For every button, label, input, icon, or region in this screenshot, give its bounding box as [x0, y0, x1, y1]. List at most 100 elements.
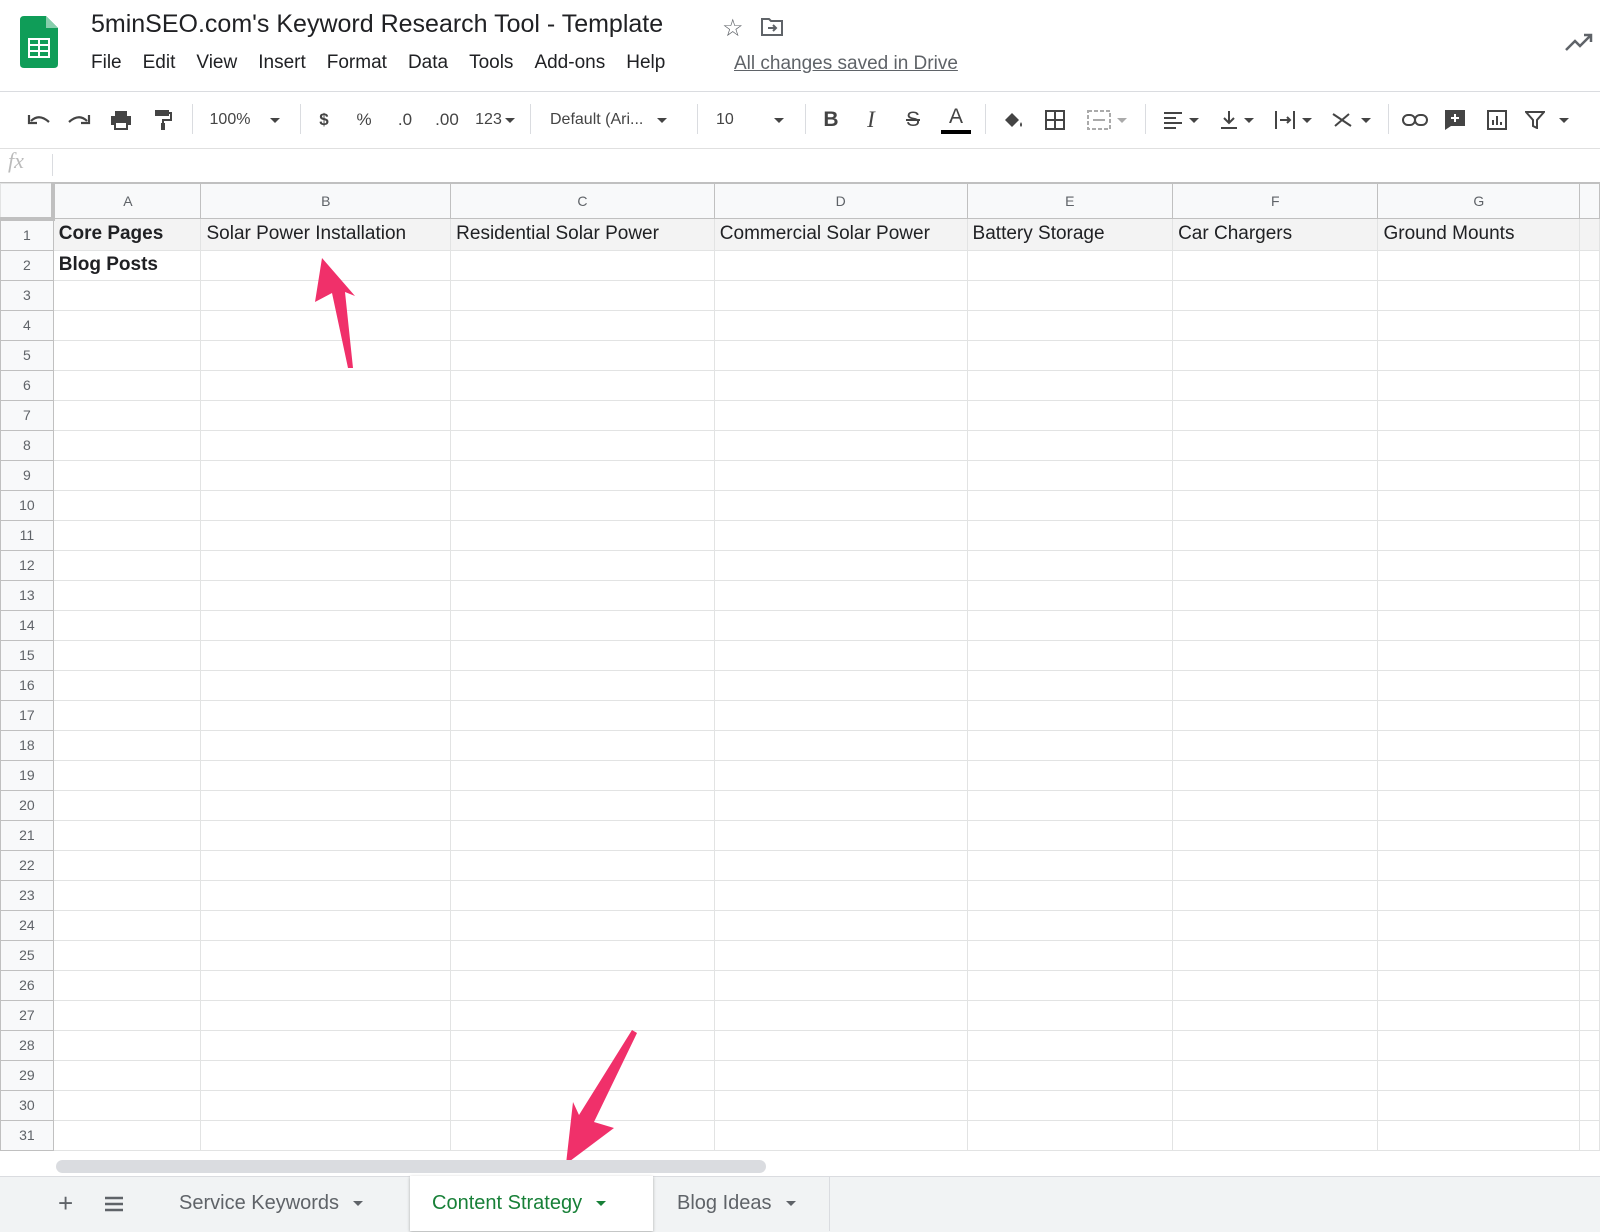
menu-edit[interactable]: Edit	[143, 52, 176, 74]
grid-cell[interactable]	[1377, 819, 1581, 851]
grid-cell[interactable]	[450, 609, 715, 641]
grid-cell[interactable]	[200, 369, 452, 401]
row-header[interactable]: 20	[0, 789, 54, 821]
grid-cell[interactable]	[966, 399, 1174, 431]
grid-cell[interactable]	[450, 459, 715, 491]
grid-cell[interactable]	[713, 309, 968, 341]
row-header[interactable]: 19	[0, 759, 54, 791]
grid-cell[interactable]	[713, 609, 968, 641]
row-header[interactable]: 16	[0, 669, 54, 701]
grid-cell[interactable]	[966, 249, 1174, 281]
row-header[interactable]: 2	[0, 249, 54, 281]
grid-cell[interactable]	[200, 759, 452, 791]
grid-cell[interactable]	[200, 819, 452, 851]
grid-cell[interactable]	[713, 429, 968, 461]
column-header-g[interactable]: G	[1377, 183, 1581, 219]
insert-link-icon[interactable]	[1398, 92, 1432, 148]
grid-cell[interactable]	[450, 639, 715, 671]
grid-cell[interactable]	[52, 849, 202, 881]
grid-cell[interactable]	[713, 699, 968, 731]
text-color-button[interactable]: A	[940, 92, 972, 148]
grid-cell[interactable]	[966, 339, 1174, 371]
select-all-corner[interactable]	[0, 183, 56, 221]
grid-cell[interactable]	[450, 339, 715, 371]
grid-cell[interactable]	[713, 639, 968, 671]
grid-cell[interactable]	[200, 909, 452, 941]
grid-cell[interactable]	[450, 249, 715, 281]
grid-cell[interactable]	[1172, 669, 1379, 701]
grid-cell[interactable]	[450, 1089, 715, 1121]
row-header[interactable]: 7	[0, 399, 54, 431]
grid-cell[interactable]	[966, 819, 1174, 851]
insert-comment-icon[interactable]	[1438, 92, 1472, 148]
row-header[interactable]: 1	[0, 218, 54, 251]
grid-cell[interactable]	[450, 549, 715, 581]
row-header[interactable]: 31	[0, 1119, 54, 1151]
grid-cell[interactable]	[1172, 609, 1379, 641]
grid-cell[interactable]	[200, 609, 452, 641]
grid-cell[interactable]	[1377, 1059, 1581, 1091]
grid-cell[interactable]	[200, 429, 452, 461]
grid-cell[interactable]	[450, 699, 715, 731]
grid-cell[interactable]	[1172, 429, 1379, 461]
row-header[interactable]: 21	[0, 819, 54, 851]
grid-cell[interactable]	[200, 339, 452, 371]
grid-cell[interactable]	[1377, 999, 1581, 1031]
grid-cell[interactable]	[966, 519, 1174, 551]
grid-cell[interactable]	[1172, 279, 1379, 311]
insert-chart-icon[interactable]	[1480, 92, 1514, 148]
grid-cell[interactable]	[713, 459, 968, 491]
grid-cell[interactable]	[200, 699, 452, 731]
grid-cell[interactable]	[1172, 819, 1379, 851]
currency-format-button[interactable]: $	[312, 92, 336, 148]
percent-format-button[interactable]: %	[352, 92, 376, 148]
grid-cell[interactable]	[1377, 549, 1581, 581]
grid-cell[interactable]	[713, 1119, 968, 1151]
bold-button[interactable]: B	[818, 92, 844, 148]
grid-cell[interactable]	[1377, 459, 1581, 491]
grid-cell[interactable]	[1377, 429, 1581, 461]
grid-cell[interactable]	[1377, 1089, 1581, 1121]
grid-cell[interactable]	[713, 729, 968, 761]
grid-cell[interactable]	[52, 1059, 202, 1091]
grid-cell[interactable]	[713, 1059, 968, 1091]
grid-cell[interactable]	[1377, 369, 1581, 401]
grid-cell[interactable]	[52, 1029, 202, 1061]
grid-cell[interactable]	[966, 489, 1174, 521]
grid-cell[interactable]	[52, 879, 202, 911]
grid-cell[interactable]	[713, 759, 968, 791]
italic-button[interactable]: I	[858, 92, 884, 148]
grid-cell[interactable]	[1377, 1029, 1581, 1061]
grid-cell[interactable]: Ground Mounts	[1377, 218, 1581, 251]
grid-cell[interactable]	[52, 369, 202, 401]
grid-cell[interactable]	[1172, 459, 1379, 491]
grid-cell[interactable]	[713, 909, 968, 941]
grid-cell[interactable]	[1172, 309, 1379, 341]
grid-cell[interactable]	[966, 639, 1174, 671]
move-to-folder-icon[interactable]	[760, 16, 784, 38]
grid-cell[interactable]	[1172, 369, 1379, 401]
grid-cell[interactable]	[200, 459, 452, 491]
grid-cell[interactable]	[200, 849, 452, 881]
grid-cell[interactable]	[713, 249, 968, 281]
filter-icon[interactable]	[1522, 92, 1572, 148]
row-header[interactable]: 27	[0, 999, 54, 1031]
redo-icon[interactable]	[62, 92, 96, 148]
grid-cell[interactable]	[450, 879, 715, 911]
grid-cell[interactable]	[450, 909, 715, 941]
grid-cell[interactable]	[1172, 399, 1379, 431]
grid-cell[interactable]	[52, 759, 202, 791]
grid-cell[interactable]: Residential Solar Power	[450, 218, 715, 251]
grid-cell[interactable]	[1172, 789, 1379, 821]
row-header[interactable]: 10	[0, 489, 54, 521]
vertical-align-icon[interactable]	[1214, 92, 1260, 148]
row-header[interactable]: 13	[0, 579, 54, 611]
grid-cell[interactable]	[52, 729, 202, 761]
number-format-select[interactable]: 123	[470, 92, 520, 148]
grid-cell[interactable]	[1172, 939, 1379, 971]
grid-cell[interactable]	[966, 669, 1174, 701]
grid-cell[interactable]	[1377, 789, 1581, 821]
grid-cell[interactable]	[1377, 309, 1581, 341]
grid-cell[interactable]	[1377, 249, 1581, 281]
decrease-decimal-button[interactable]: .0	[390, 92, 420, 148]
